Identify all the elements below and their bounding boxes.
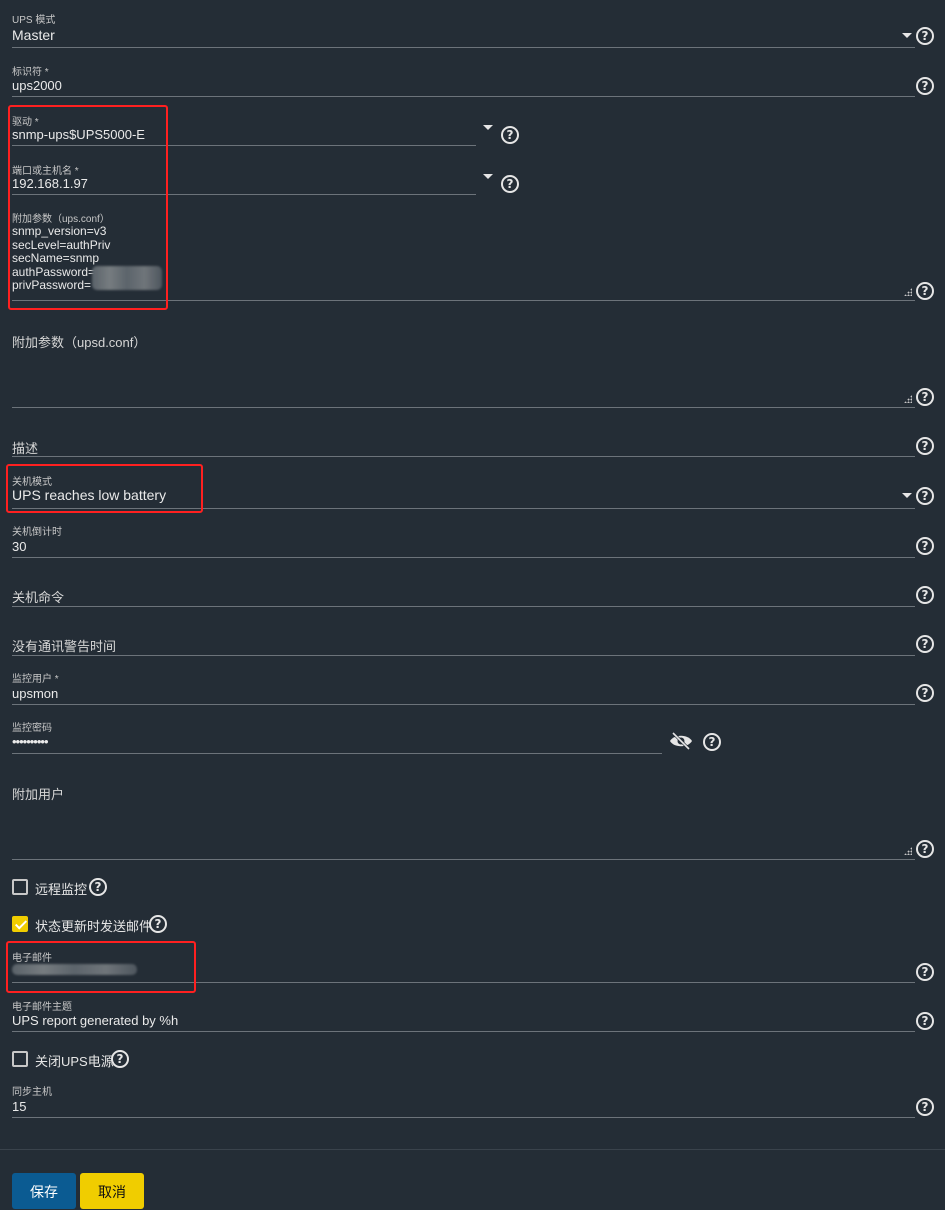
chevron-down-icon[interactable] xyxy=(483,174,493,179)
shutdown-command-underline xyxy=(12,606,915,607)
host-sync-input[interactable]: 15 xyxy=(12,1099,26,1114)
help-icon[interactable]: ? xyxy=(916,1098,934,1116)
shutdown-timer-input[interactable]: 30 xyxy=(12,539,26,554)
shutdown-timer-label: 关机倒计时 xyxy=(12,527,62,538)
ups-mode-underline xyxy=(12,47,915,48)
description-underline xyxy=(12,456,915,457)
identifier-label: 标识符 * xyxy=(12,67,49,78)
help-icon[interactable]: ? xyxy=(916,487,934,505)
shutdown-timer-underline xyxy=(12,557,915,558)
email-on-status-checkbox[interactable] xyxy=(12,916,28,932)
host-sync-underline xyxy=(12,1117,915,1118)
help-icon[interactable]: ? xyxy=(916,282,934,300)
aux-params-upsd-underline xyxy=(12,407,915,408)
power-off-ups-label: 关闭UPS电源 xyxy=(35,1054,114,1069)
host-sync-label: 同步主机 xyxy=(12,1087,52,1098)
remote-monitor-checkbox[interactable] xyxy=(12,879,28,895)
help-icon[interactable]: ? xyxy=(916,537,934,555)
help-icon[interactable]: ? xyxy=(916,840,934,858)
monitor-user-underline xyxy=(12,704,915,705)
description-input[interactable]: 描述 xyxy=(12,438,38,457)
form-divider xyxy=(0,1149,945,1150)
identifier-input[interactable]: ups2000 xyxy=(12,78,62,93)
help-icon[interactable]: ? xyxy=(916,684,934,702)
monitor-password-input[interactable]: •••••••••• xyxy=(12,734,49,749)
monitor-password-underline xyxy=(12,753,662,754)
annotation-box xyxy=(6,464,203,513)
help-icon[interactable]: ? xyxy=(501,175,519,193)
help-icon[interactable]: ? xyxy=(916,963,934,981)
help-icon[interactable]: ? xyxy=(916,1012,934,1030)
annotation-box xyxy=(8,105,168,310)
help-icon[interactable]: ? xyxy=(916,388,934,406)
email-subject-underline xyxy=(12,1031,915,1032)
identifier-underline xyxy=(12,96,915,97)
chevron-down-icon[interactable] xyxy=(902,493,912,498)
help-icon[interactable]: ? xyxy=(111,1050,129,1068)
resize-handle[interactable] xyxy=(904,288,912,296)
email-subject-input[interactable]: UPS report generated by %h xyxy=(12,1013,178,1028)
nocomm-warn-time-underline xyxy=(12,655,915,656)
resize-handle[interactable] xyxy=(904,847,912,855)
resize-handle[interactable] xyxy=(904,395,912,403)
extra-users-underline xyxy=(12,859,915,860)
monitor-user-label: 监控用户 * xyxy=(12,674,59,685)
monitor-password-label: 监控密码 xyxy=(12,723,52,734)
save-button[interactable]: 保存 xyxy=(12,1173,76,1209)
help-icon[interactable]: ? xyxy=(916,77,934,95)
ups-mode-label: UPS 模式 xyxy=(12,15,56,26)
extra-users-textarea[interactable]: 附加用户 xyxy=(12,784,64,803)
email-on-status-label: 状态更新时发送邮件 xyxy=(35,919,153,934)
shutdown-command-input[interactable]: 关机命令 xyxy=(12,587,64,606)
eye-off-icon[interactable] xyxy=(669,732,693,750)
help-icon[interactable]: ? xyxy=(703,733,721,751)
help-icon[interactable]: ? xyxy=(916,27,934,45)
aux-params-upsd-textarea[interactable]: 附加参数（upsd.conf） xyxy=(12,332,146,351)
help-icon[interactable]: ? xyxy=(149,915,167,933)
power-off-ups-checkbox[interactable] xyxy=(12,1051,28,1067)
monitor-user-input[interactable]: upsmon xyxy=(12,686,58,701)
email-subject-label: 电子邮件主题 xyxy=(12,1002,72,1013)
remote-monitor-label: 远程监控 xyxy=(35,882,88,897)
help-icon[interactable]: ? xyxy=(501,126,519,144)
nocomm-warn-time-input[interactable]: 没有通讯警告时间 xyxy=(12,636,116,655)
chevron-down-icon[interactable] xyxy=(902,33,912,38)
help-icon[interactable]: ? xyxy=(89,878,107,896)
chevron-down-icon[interactable] xyxy=(483,125,493,130)
help-icon[interactable]: ? xyxy=(916,437,934,455)
ups-mode-select[interactable]: Master xyxy=(12,27,55,43)
annotation-box xyxy=(6,941,196,993)
help-icon[interactable]: ? xyxy=(916,635,934,653)
help-icon[interactable]: ? xyxy=(916,586,934,604)
cancel-button[interactable]: 取消 xyxy=(80,1173,144,1209)
